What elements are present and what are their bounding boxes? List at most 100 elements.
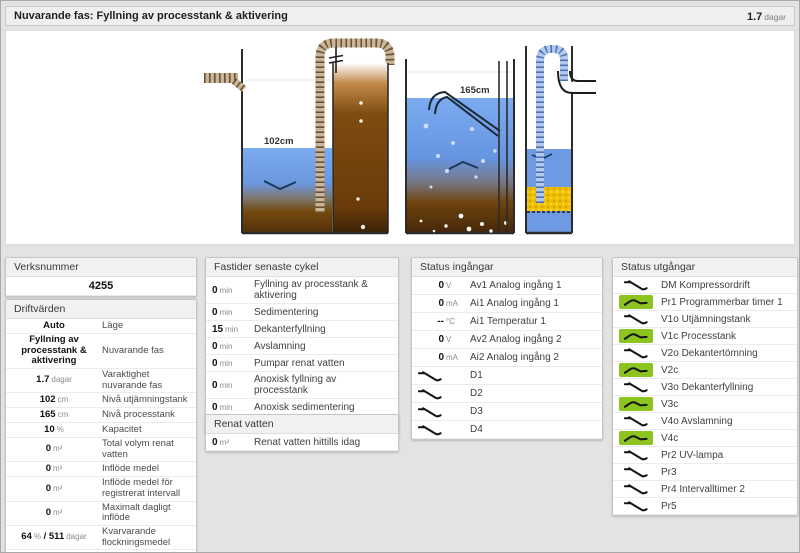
driftvarden-row: 0m³Inflöde medel bbox=[6, 462, 196, 477]
label-cell: Anoxisk fyllning av processtank bbox=[254, 374, 392, 396]
value-text: 0m³ bbox=[46, 463, 63, 474]
label-cell: Kvarvarande flockningsmedel bbox=[102, 527, 196, 548]
value-text: 0m³ bbox=[46, 507, 63, 518]
switch-open-icon[interactable] bbox=[619, 346, 653, 360]
value-text: 0min bbox=[212, 358, 232, 369]
label-cell: D2 bbox=[470, 388, 596, 399]
label-cell: Pumpar renat vatten bbox=[254, 358, 392, 369]
label-cell: Inflöde medel för registrerat intervall bbox=[102, 478, 196, 499]
label-cell: V4c bbox=[661, 433, 791, 444]
label-cell: Ai1 Analog ingång 1 bbox=[470, 298, 596, 309]
value-text: 165cm bbox=[40, 409, 69, 420]
value-cell: Auto bbox=[6, 321, 102, 332]
value-text: 0m³ bbox=[46, 483, 63, 494]
switch-open-icon[interactable] bbox=[619, 312, 653, 326]
process-level-label: 165cm bbox=[460, 85, 490, 96]
value-cell: 0min bbox=[212, 358, 254, 369]
driftvarden-row: Fyllning av processtank & aktiveringNuva… bbox=[6, 334, 196, 369]
value-cell: 0 bbox=[418, 298, 444, 309]
status-utgangar-title: Status utgångar bbox=[613, 258, 797, 277]
phase-time-row: 0min Avslamning bbox=[206, 338, 398, 355]
label-cell: Ai2 Analog ingång 2 bbox=[470, 352, 596, 363]
switch-closed-icon[interactable] bbox=[619, 397, 653, 411]
driftvarden-rows: AutoLägeFyllning av processtank & aktive… bbox=[6, 319, 196, 553]
phase-duration-unit: dagar bbox=[764, 12, 786, 22]
label-cell: Ai1 Temperatur 1 bbox=[470, 316, 596, 327]
value-text: 64% / 511dagar bbox=[21, 531, 86, 542]
label-cell: Pr1 Programmerbar timer 1 bbox=[661, 297, 791, 308]
switch-closed-icon[interactable] bbox=[619, 295, 653, 309]
output-status-row: DM Kompressordrift bbox=[613, 277, 797, 294]
value-text: 1.7dagar bbox=[36, 374, 72, 385]
output-status-row: V4c bbox=[613, 430, 797, 447]
inlet-pipe-icon bbox=[204, 78, 244, 89]
value-cell: 0m³ bbox=[6, 444, 102, 455]
value-text: 102cm bbox=[40, 394, 69, 405]
value-cell: 0 bbox=[418, 280, 444, 291]
output-status-row: Pr3 bbox=[613, 464, 797, 481]
input-status-row: --°CAi1 Temperatur 1 bbox=[412, 313, 602, 331]
renat-vatten-rows: 0m³Renat vatten hittills idag bbox=[206, 434, 398, 451]
value-cell: 0m³ bbox=[6, 508, 102, 519]
output-status-row: Pr5 bbox=[613, 498, 797, 515]
value-text: 0min bbox=[212, 380, 232, 391]
label-cell: Total volym renat vatten bbox=[102, 439, 196, 460]
label-cell: Fyllning av processtank & aktivering bbox=[254, 279, 392, 301]
process-tank: 165cm bbox=[406, 59, 514, 233]
equalization-level-label: 102cm bbox=[264, 136, 294, 147]
label-cell: V4o Avslamning bbox=[661, 416, 791, 427]
switch-closed-icon[interactable] bbox=[619, 329, 653, 343]
value-cell: 1.7dagar bbox=[6, 375, 102, 386]
phase-time-row: 0min Anoxisk fyllning av processtank bbox=[206, 372, 398, 399]
label-cell: Renat vatten hittills idag bbox=[254, 437, 392, 448]
value-cell: 0 bbox=[418, 352, 444, 363]
driftvarden-row: 10%Kapacitet bbox=[6, 423, 196, 438]
driftvarden-row: 64% / 511dagar Kvarvarande flockningsmede… bbox=[6, 526, 196, 550]
uv-media bbox=[527, 187, 571, 211]
switch-open-icon bbox=[418, 370, 470, 382]
switch-closed-icon[interactable] bbox=[619, 363, 653, 377]
hmi-dashboard: Nuvarande fas: Fyllning av processtank &… bbox=[0, 0, 800, 553]
value-cell: 0m³ bbox=[212, 437, 254, 448]
label-cell: Pr3 bbox=[661, 467, 791, 478]
status-ingangar-title: Status ingångar bbox=[412, 258, 602, 277]
process-diagram-panel: 102cm bbox=[5, 30, 795, 245]
switch-open-icon bbox=[418, 406, 470, 418]
switch-open-icon[interactable] bbox=[619, 499, 653, 513]
label-cell: Nivå utjämningstank bbox=[102, 395, 196, 406]
label-cell: Läge bbox=[102, 321, 196, 332]
value-text: Auto bbox=[43, 320, 65, 331]
label-cell: Anoxisk sedimentering bbox=[254, 402, 392, 413]
label-cell: Avslamning bbox=[254, 341, 392, 352]
value-cell: -- bbox=[418, 316, 444, 327]
input-status-row: 0mAAi2 Analog ingång 2 bbox=[412, 349, 602, 367]
switch-open-icon[interactable] bbox=[619, 278, 653, 292]
switch-open-icon[interactable] bbox=[619, 380, 653, 394]
fastider-panel: Fastider senaste cykel 0min Fyllning av p… bbox=[205, 257, 399, 434]
verksnummer-title: Verksnummer bbox=[6, 258, 196, 277]
label-cell: D3 bbox=[470, 406, 596, 417]
status-utgangar-rows: DM Kompressordrift Pr1 Programmerbar time… bbox=[613, 277, 797, 515]
renat-vatten-panel: Renat vatten 0m³Renat vatten hittills id… bbox=[205, 414, 399, 452]
current-phase-label: Nuvarande fas: Fyllning av processtank &… bbox=[14, 10, 288, 22]
current-phase-bar: Nuvarande fas: Fyllning av processtank &… bbox=[5, 6, 795, 26]
input-status-row: D2 bbox=[412, 385, 602, 403]
value-text: 0min bbox=[212, 285, 232, 296]
value-text: 0m³ bbox=[46, 443, 63, 454]
switch-open-icon[interactable] bbox=[619, 414, 653, 428]
driftvarden-row: Auto Läge bbox=[6, 319, 196, 334]
fastider-title: Fastider senaste cykel bbox=[206, 258, 398, 277]
driftvarden-row: 0m³Maximalt dagligt inflöde bbox=[6, 502, 196, 526]
phase-time-row: 0minSedimentering bbox=[206, 304, 398, 321]
value-text: 0min bbox=[212, 307, 232, 318]
input-status-row: 0VAv1 Analog ingång 1 bbox=[412, 277, 602, 295]
value-text: 0min bbox=[212, 341, 232, 352]
output-status-row: V1c Processtank bbox=[613, 328, 797, 345]
label-cell: V2o Dekantertömning bbox=[661, 348, 791, 359]
value-cell: Fyllning av processtank & aktivering bbox=[6, 335, 102, 367]
value-cell: 15min bbox=[212, 324, 254, 335]
switch-open-icon[interactable] bbox=[619, 482, 653, 496]
switch-open-icon[interactable] bbox=[619, 448, 653, 462]
switch-closed-icon[interactable] bbox=[619, 431, 653, 445]
switch-open-icon[interactable] bbox=[619, 465, 653, 479]
